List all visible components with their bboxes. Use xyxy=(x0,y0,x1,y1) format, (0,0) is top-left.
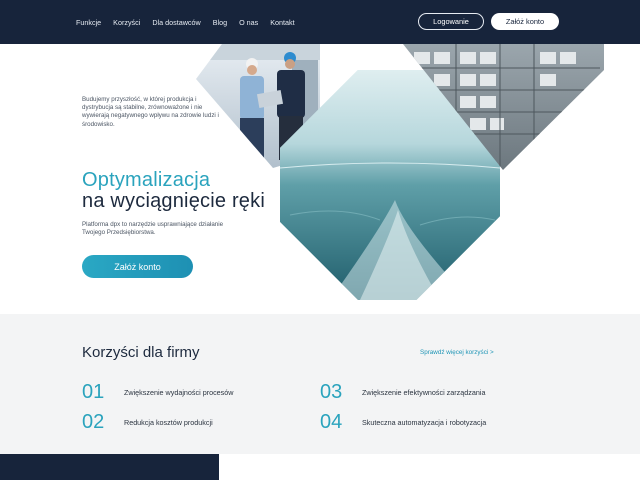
benefits-title: Korzyści dla firmy xyxy=(82,344,200,361)
benefit-item-03: 03 Zwiększenie efektywności zarządzania xyxy=(320,381,485,403)
footer-light-block xyxy=(219,454,640,480)
hero-title-highlight: Optymalizacja xyxy=(82,169,211,191)
benefit-item-02: 02 Redukcja kosztów produkcji xyxy=(82,411,213,433)
benefit-text: Zwiększenie wydajności procesów xyxy=(124,387,234,397)
benefit-number: 01 xyxy=(82,380,105,403)
benefit-number: 02 xyxy=(82,410,105,433)
benefit-item-01: 01 Zwiększenie wydajności procesów xyxy=(82,381,233,403)
hero-signup-button[interactable]: Załóż konto xyxy=(82,255,193,278)
benefit-number: 03 xyxy=(320,380,343,403)
benefit-text: Skuteczna automatyzacja i robotyzacja xyxy=(362,417,487,427)
hero-tagline: Budujemy przyszłość, w której produkcja … xyxy=(82,96,219,128)
benefit-text: Zwiększenie efektywności zarządzania xyxy=(362,387,486,397)
benefits-section: Korzyści dla firmy Sprawdź więcej korzyś… xyxy=(0,314,640,454)
benefit-number: 04 xyxy=(320,410,343,433)
benefit-item-04: 04 Skuteczna automatyzacja i robotyzacja xyxy=(320,411,486,433)
benefit-text: Redukcja kosztów produkcji xyxy=(124,417,213,427)
hero-title: na wyciągnięcie ręki xyxy=(82,190,265,212)
more-benefits-link[interactable]: Sprawdź więcej korzyści > xyxy=(420,349,494,356)
hero-description: Platforma dpx to narzędzie usprawniające… xyxy=(82,221,224,237)
footer-dark-block xyxy=(0,454,219,480)
